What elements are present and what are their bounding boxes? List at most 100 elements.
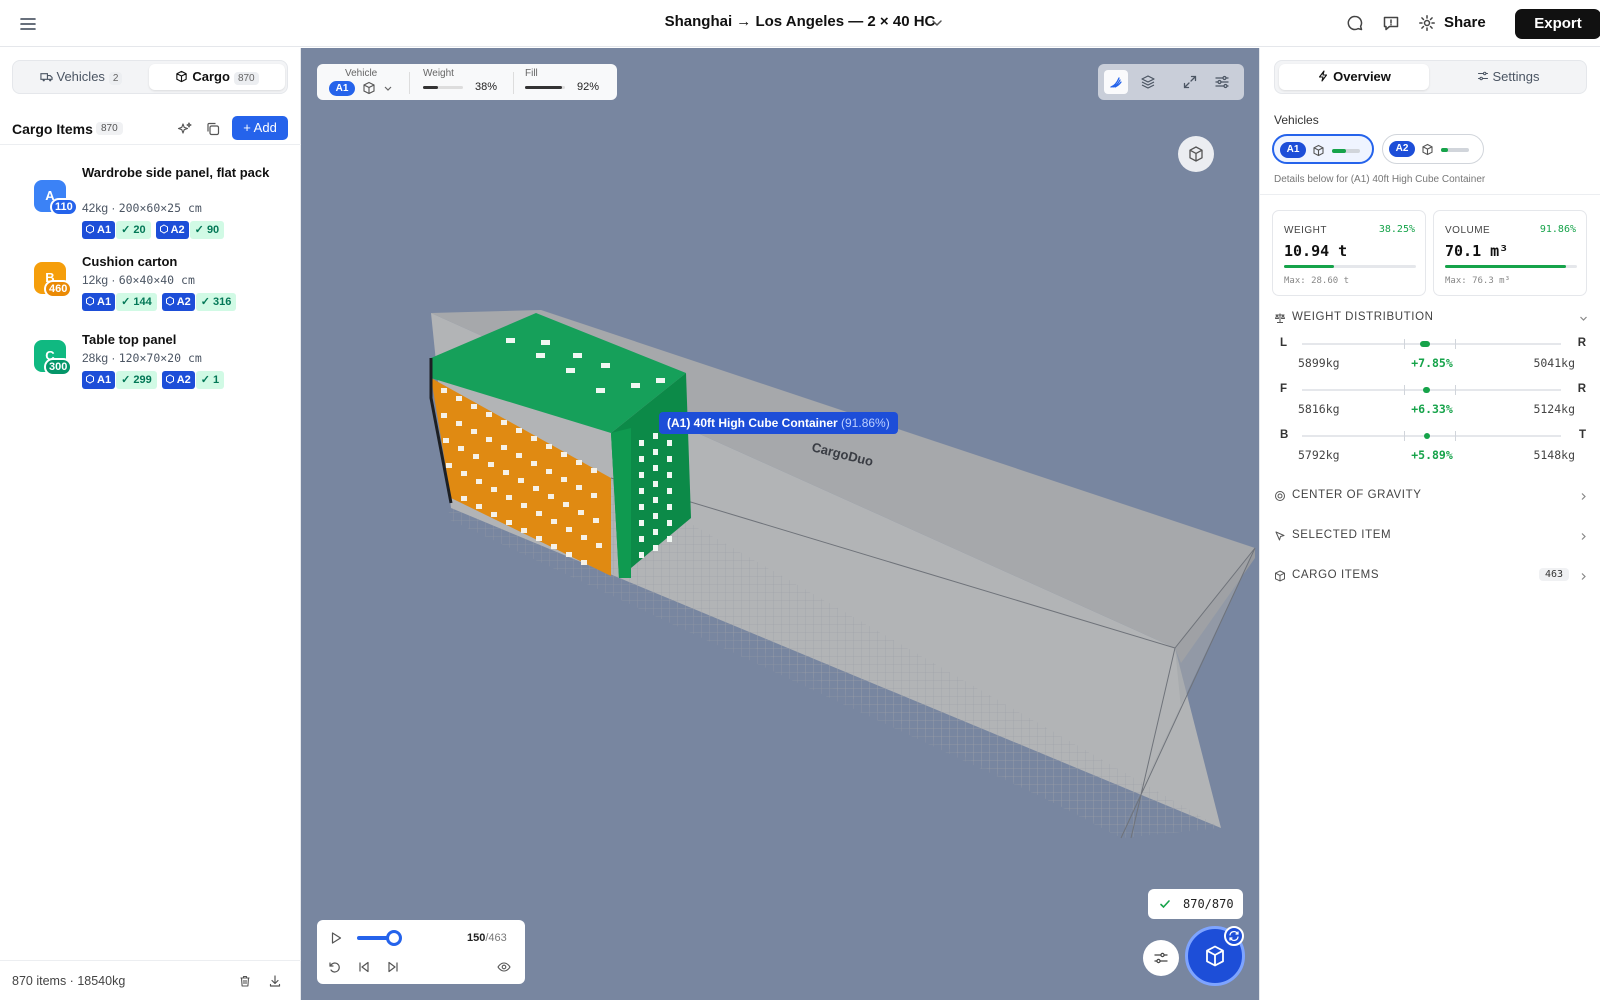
cargo-quantity-badge: 110 [50,198,78,216]
copy-icon[interactable] [205,121,221,137]
container-tooltip: (A1) 40ft High Cube Container (91.86%) [659,412,898,434]
eye-icon[interactable] [497,960,511,974]
divider [513,72,514,94]
tab-cargo-label: Cargo [192,69,230,84]
cursor-icon [1274,530,1286,542]
tab-settings-label: Settings [1492,69,1540,84]
allocation-count: ✓ 1 [195,371,225,389]
tab-vehicles-count: 2 [108,72,123,85]
vehicle-fill-bar-fill [1332,149,1346,153]
volume-card-pct: 91.86% [1539,224,1576,235]
cargo-item[interactable]: C 300 Table top panel 28kg · 120×70×20 c… [0,328,300,398]
container-scene[interactable]: CargoDuo [301,48,1259,1000]
left-weight: 5899kg [1298,356,1340,370]
cargo-item[interactable]: A 110 Wardrobe side panel, flat pack 42k… [0,156,300,239]
volume-card: VOLUME 91.86% 70.1 m³ Max: 76.3 m³ [1433,210,1587,296]
cargo-dimensions: 200×60×25 cm [118,201,202,215]
add-cargo-button[interactable]: + Add [232,116,288,140]
distribution-row-lr: L R 5899kg +7.85% 5041kg [1274,337,1589,377]
expand-icon[interactable] [1178,70,1202,94]
step-current: 150 [467,932,486,944]
axis-start: B [1280,429,1289,441]
vehicle-fill-bar [1441,148,1469,152]
axis-end: T [1578,429,1586,441]
play-icon[interactable] [329,931,343,945]
cargo-items-section-count: 463 [1538,568,1569,581]
filter-icon[interactable] [1143,940,1179,976]
tab-cargo[interactable]: Cargo 870 [149,64,285,90]
vehicle-chip-a1[interactable]: A1 [1272,134,1374,164]
axis-end: R [1577,337,1586,349]
cargo-items-section-title: CARGO ITEMS [1292,569,1380,581]
center-of-gravity-title: CENTER OF GRAVITY [1292,489,1422,501]
sparkles-icon[interactable] [177,121,193,137]
view-cube-icon[interactable] [1178,136,1214,172]
container-icon [1421,143,1434,156]
weight-distribution-header[interactable]: WEIGHT DISTRIBUTION [1274,310,1589,330]
cargo-items-section-header[interactable]: CARGO ITEMS 463 [1274,568,1589,588]
tab-vehicles[interactable]: Vehicles 2 [17,64,145,90]
gear-icon[interactable] [1418,14,1436,32]
vehicle-stat-label: Vehicle [345,68,378,79]
chevron-down-icon[interactable] [383,83,393,93]
right-weight: 5041kg [1533,356,1575,370]
allocation-count-value: 144 [133,296,152,308]
container-icon [85,296,95,306]
allocation-count-value: 90 [206,224,220,236]
center-of-gravity-header[interactable]: CENTER OF GRAVITY [1274,488,1589,508]
cargo-item[interactable]: B 460 Cushion carton 12kg · 60×40×40 cm … [0,250,300,320]
box-icon [175,70,188,83]
comment-icon[interactable] [1346,14,1364,32]
cargo-meta: 42kg · 200×60×25 cm [82,201,202,215]
step-back-icon[interactable] [357,960,371,974]
balance-tick [1455,431,1456,441]
selected-item-header[interactable]: SELECTED ITEM [1274,528,1589,548]
tab-overview[interactable]: Overview [1279,64,1429,90]
weight-stat-label: Weight [423,68,454,79]
container-icon [85,374,95,384]
cargo-name: Table top panel [82,332,177,347]
3d-viewport[interactable]: CargoDuo Vehicle A1 Weight 38% Fill 92% [301,48,1259,1000]
fill-progress [525,86,565,89]
cargo-allocations: A1 ✓ 299 A2 ✓ 1 [82,371,229,389]
reset-icon[interactable] [327,960,341,974]
balance-track [1302,343,1561,345]
vehicle-selector[interactable]: A1 [329,81,355,96]
allocation-count-value: 1 [213,374,220,386]
trash-icon[interactable] [238,974,252,988]
playback-slider-handle[interactable] [386,930,402,946]
share-button[interactable]: Share [1444,14,1486,31]
allocation-count-value: 299 [133,374,152,386]
tab-settings[interactable]: Settings [1433,64,1583,90]
vehicle-tag: A1 [82,293,116,311]
sliders-icon [1477,70,1489,82]
allocation-count: ✓ 144 [116,293,157,311]
divider [409,72,410,94]
truck-icon [39,70,53,83]
placed-items-chip: 870/870 [1148,889,1243,919]
balance-marker [1423,387,1430,393]
distribution-row-fr: F R 5816kg +6.33% 5124kg [1274,383,1589,423]
cargo-name: Cushion carton [82,254,178,269]
vehicle-tag-label: A1 [97,374,112,386]
balance-tick [1404,385,1405,395]
refresh-icon[interactable] [1224,926,1244,946]
sliders-icon[interactable] [1210,70,1234,94]
layers-icon[interactable] [1136,70,1160,94]
cargo-allocations: A1 ✓ 144 A2 ✓ 316 [82,293,241,311]
vehicles-label: Vehicles [1274,113,1319,127]
vehicle-chip-a2[interactable]: A2 [1382,134,1484,164]
container-icon [362,81,376,95]
step-forward-icon[interactable] [386,960,400,974]
weight-heatmap-icon[interactable] [1104,70,1128,94]
balance-marker [1420,341,1430,347]
selected-item-title: SELECTED ITEM [1292,529,1392,541]
right-weight: 5148kg [1533,448,1575,462]
weight-card-max: Max: 28.60 t [1284,276,1350,286]
download-icon[interactable] [268,974,282,988]
chevron-down-icon[interactable] [930,16,944,30]
step-counter: 150/463 [467,932,507,944]
feedback-icon[interactable] [1382,14,1400,32]
vehicle-tag-label: A2 [176,296,191,308]
export-button[interactable]: Export [1515,9,1600,39]
